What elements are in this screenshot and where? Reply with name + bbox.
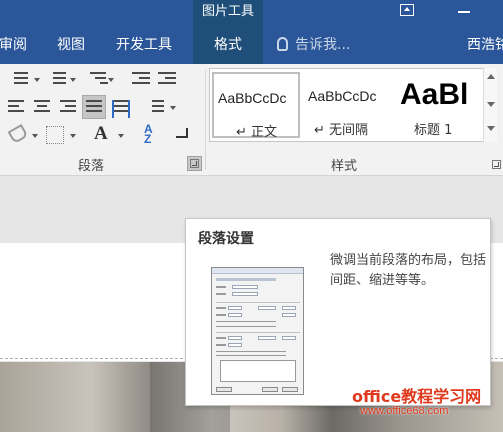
shading-dropdown-icon[interactable] [32, 134, 38, 138]
asian-layout-dropdown-icon[interactable] [118, 134, 124, 138]
style-card-normal[interactable]: AaBbCcDc ↵ 正文 [212, 72, 300, 140]
bullets-dropdown-icon[interactable] [34, 78, 40, 82]
lightbulb-icon [277, 37, 288, 51]
watermark-title: office教程学习网 [352, 387, 482, 406]
style-sample: AaBbCcDc [308, 88, 377, 104]
numbering-dropdown-icon[interactable] [70, 78, 76, 82]
increase-indent-icon[interactable] [158, 72, 178, 90]
paragraph-dialog-launcher[interactable] [187, 156, 202, 171]
asian-layout-icon[interactable]: A [94, 123, 108, 144]
style-card-no-spacing[interactable]: AaBbCcDc ↵ 无间隔 [304, 72, 392, 138]
group-separator [205, 70, 206, 170]
minimize-icon[interactable] [458, 11, 470, 13]
style-sample: AaBl [400, 78, 469, 111]
paragraph-settings-tooltip: 段落设置 微调当前段落的布局，包括间距、缩进等等。 [185, 218, 491, 406]
distributed-icon[interactable] [112, 100, 130, 118]
style-sample: AaBbCcDc [218, 90, 287, 106]
multilevel-dropdown-icon[interactable] [108, 78, 114, 82]
styles-launcher-icon[interactable] [492, 160, 501, 169]
decrease-indent-icon[interactable] [132, 72, 152, 90]
justify-icon [86, 100, 104, 118]
align-right-icon[interactable] [60, 100, 78, 118]
borders-icon[interactable] [46, 126, 64, 144]
multilevel-list-icon[interactable] [86, 72, 110, 90]
bullets-icon[interactable] [8, 72, 30, 90]
show-marks-icon[interactable] [176, 128, 188, 138]
style-name: ↵ 无间隔 [314, 123, 369, 138]
dialog-launcher-icon [190, 159, 199, 168]
site-watermark: office教程学习网 www.office68.com [352, 383, 482, 417]
tab-developer[interactable]: 开发工具 [116, 24, 172, 64]
sort-icon[interactable]: AZ [144, 123, 164, 145]
style-name: 标题 1 [414, 123, 453, 138]
scroll-down-icon[interactable] [487, 102, 495, 107]
title-bar: 图片工具 [0, 0, 503, 24]
style-name: ↵ 正文 [236, 125, 278, 140]
tell-me-box[interactable]: 告诉我... [277, 24, 350, 64]
align-center-icon[interactable] [34, 100, 52, 118]
line-spacing-icon[interactable] [146, 100, 166, 118]
tooltip-description: 微调当前段落的布局，包括间距、缩进等等。 [330, 253, 487, 288]
styles-gallery: AaBbCcDc ↵ 正文 AaBbCcDc ↵ 无间隔 AaBl 标题 1 [209, 68, 497, 142]
user-name[interactable]: 西浩铭 [467, 24, 503, 64]
tooltip-title: 段落设置 [198, 231, 254, 247]
scroll-up-icon[interactable] [487, 74, 495, 79]
paragraph-dialog-preview [211, 267, 304, 395]
ribbon-tab-bar: 审阅 视图 开发工具 格式 告诉我... 西浩铭 [0, 24, 503, 64]
tab-format[interactable]: 格式 [193, 24, 263, 64]
context-tab-header: 图片工具 [193, 0, 263, 24]
borders-dropdown-icon[interactable] [70, 134, 76, 138]
styles-gallery-scrollbar[interactable] [483, 68, 497, 142]
styles-group-label: 样式 [331, 159, 358, 174]
watermark-url: www.office68.com [360, 405, 449, 417]
style-card-heading-1[interactable]: AaBl 标题 1 [396, 72, 496, 138]
align-left-icon[interactable] [8, 100, 26, 118]
line-spacing-dropdown-icon[interactable] [170, 106, 176, 110]
tab-review[interactable]: 审阅 [0, 24, 27, 64]
restore-icon[interactable] [400, 4, 414, 16]
more-styles-icon[interactable] [487, 126, 495, 131]
paragraph-group-label: 段落 [78, 159, 105, 174]
numbering-icon[interactable] [46, 72, 68, 90]
tab-view[interactable]: 视图 [57, 24, 85, 64]
tell-me-placeholder: 告诉我... [295, 37, 351, 53]
